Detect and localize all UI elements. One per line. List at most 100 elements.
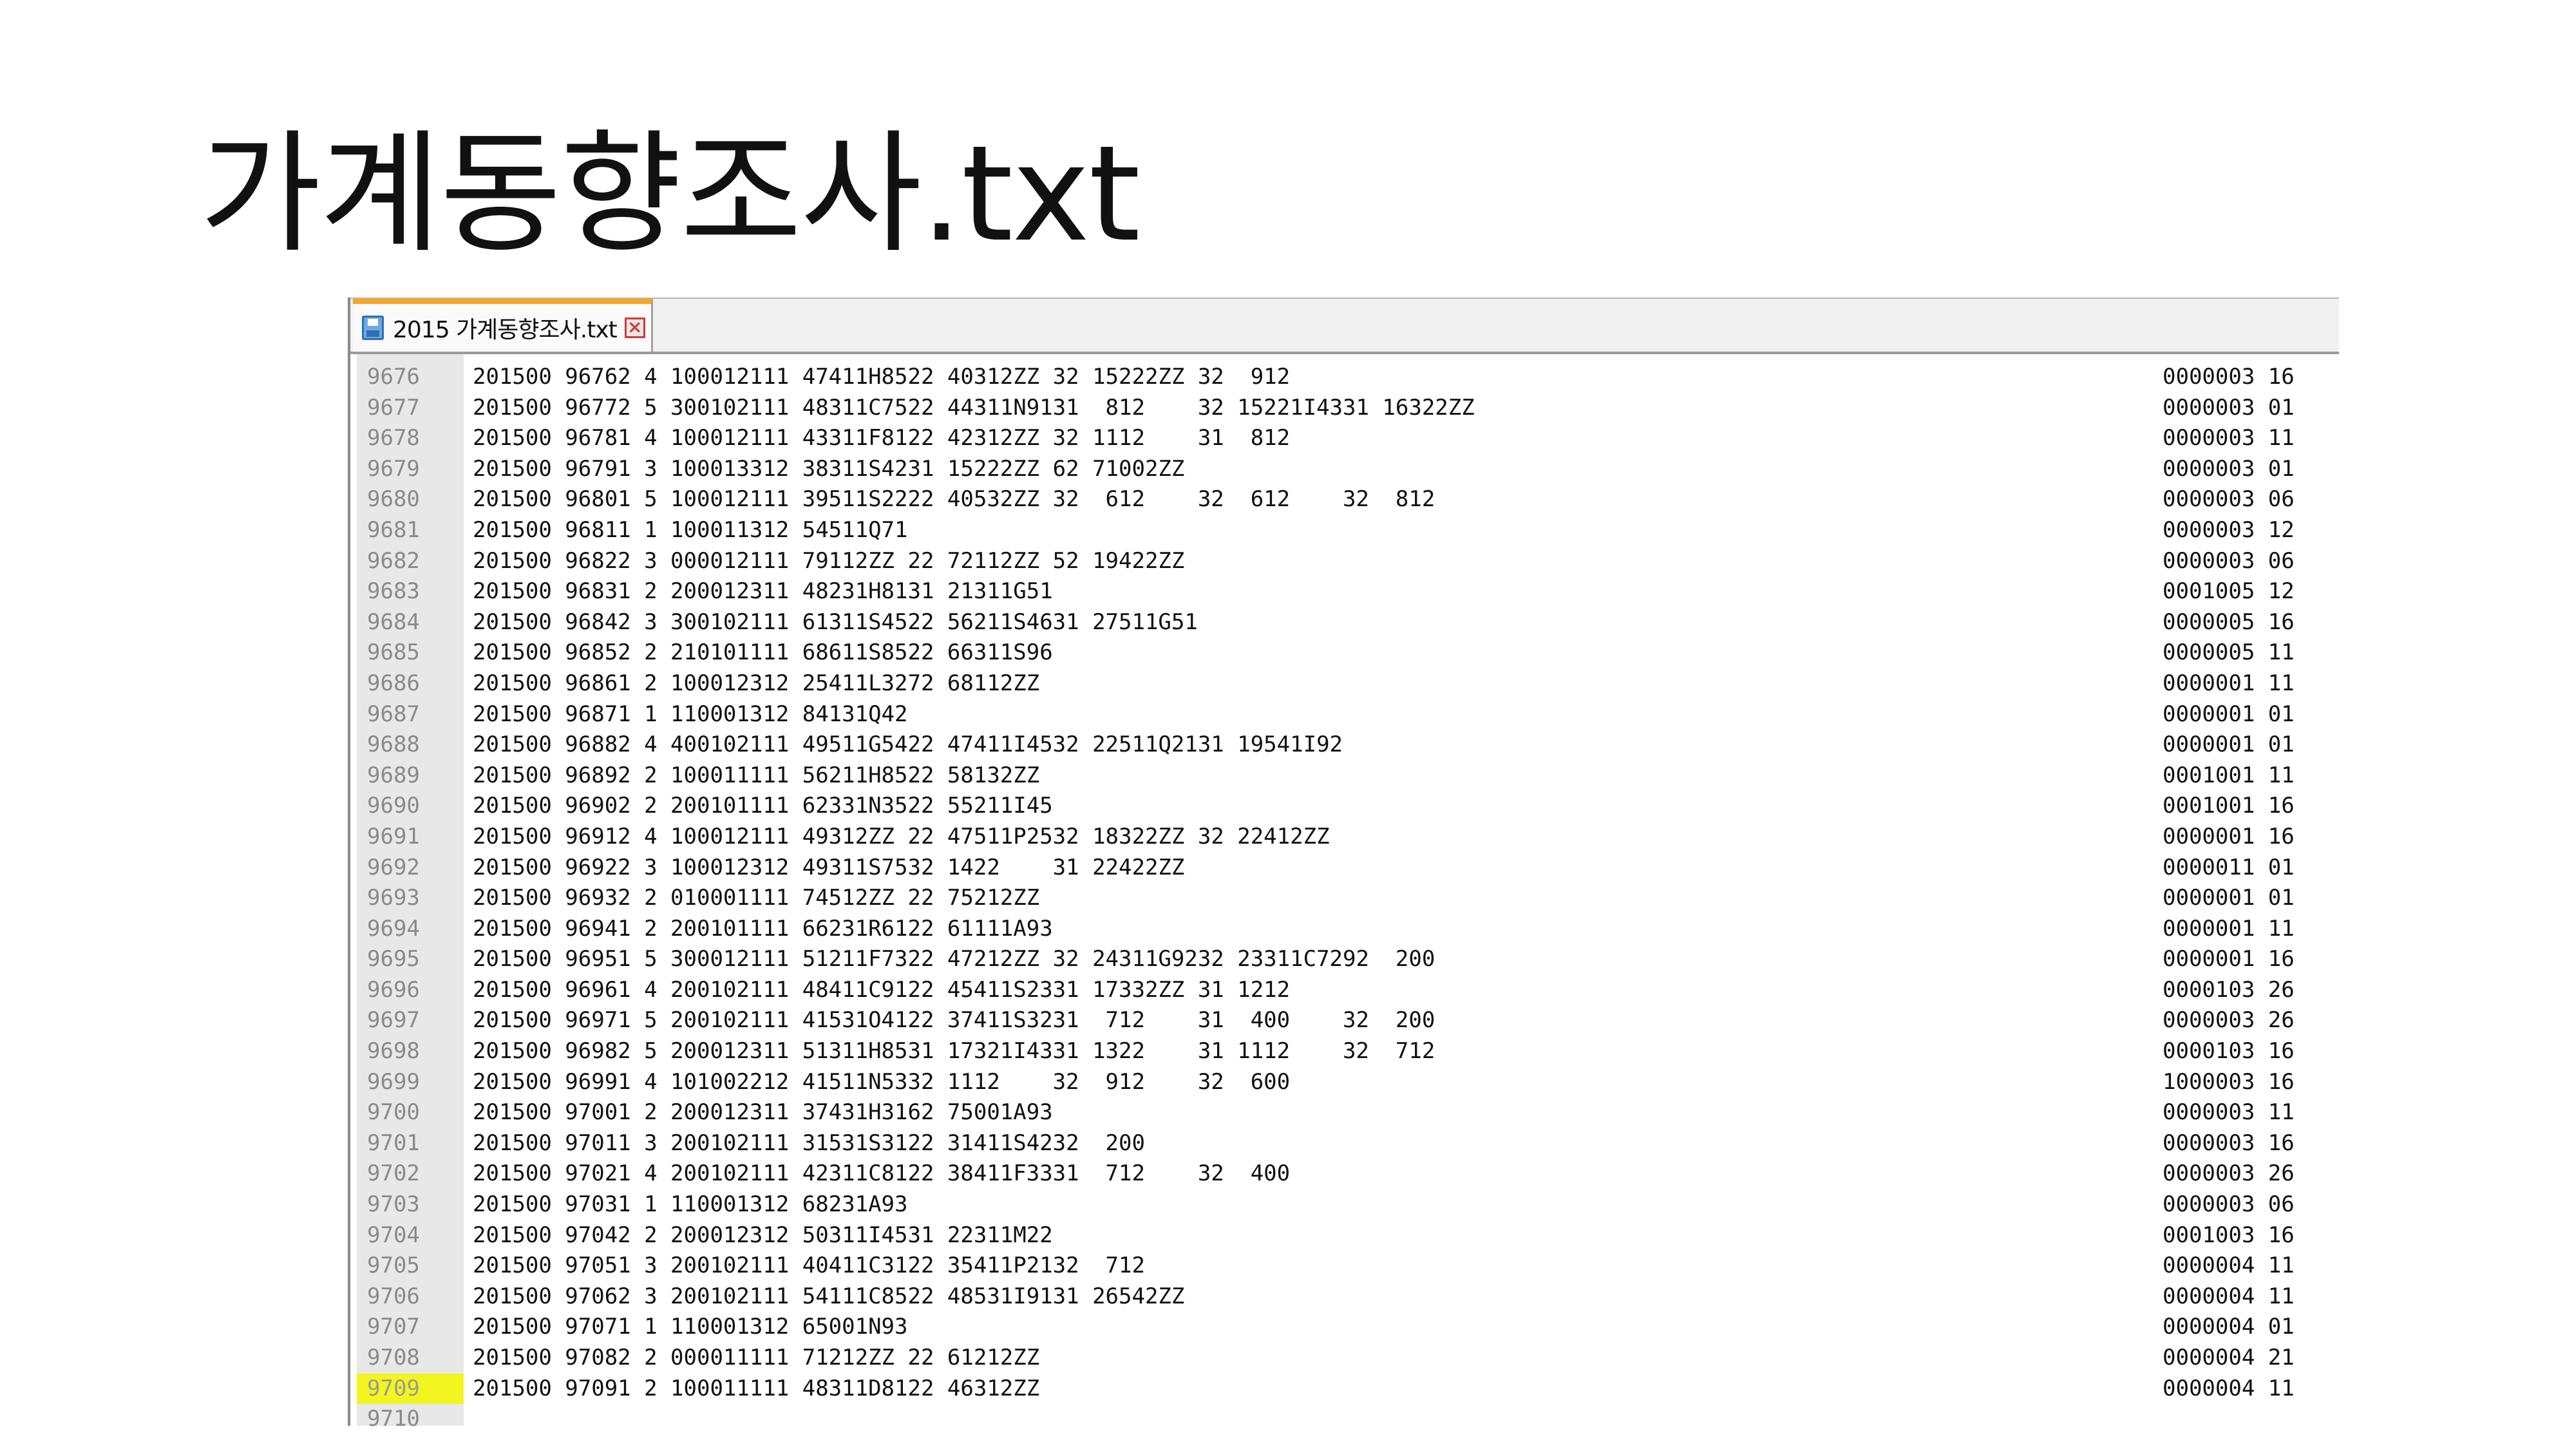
text-line[interactable]: 9706 201500 97062 3 200102111 54111C8522 … <box>357 1282 2339 1312</box>
text-line[interactable]: 9694 201500 96941 2 200101111 66231R6122 … <box>357 914 2339 945</box>
text-line[interactable]: 9698 201500 96982 5 200012311 51311H8531 … <box>357 1036 2339 1067</box>
text-line[interactable]: 9707 201500 97071 1 110001312 65001N93 000… <box>357 1312 2339 1343</box>
line-number: 9707 <box>367 1314 420 1340</box>
line-number: 9704 <box>367 1222 420 1248</box>
line-text: 201500 96932 2 010001111 74512ZZ 22 7521… <box>473 885 1040 911</box>
line-tail-code: 0000005 11 <box>2163 639 2295 666</box>
text-line[interactable]: 9686 201500 96861 2 100012312 25411L3272 … <box>357 668 2339 699</box>
line-text: 201500 97011 3 200102111 31531S3122 3141… <box>473 1130 1145 1156</box>
line-tail-code: 0000003 06 <box>2163 1191 2295 1218</box>
text-line[interactable]: 9689 201500 96892 2 100011111 56211H8522 … <box>357 761 2339 791</box>
line-text: 201500 96982 5 200012311 51311H8531 1732… <box>473 1038 1435 1065</box>
line-number: 9676 <box>367 364 420 390</box>
line-number: 9685 <box>367 639 420 666</box>
text-line[interactable]: 9678 201500 96781 4 100012111 43311F8122 … <box>357 423 2339 454</box>
line-text: 201500 96842 3 300102111 61311S4522 5621… <box>473 609 1198 635</box>
text-line[interactable]: 9685 201500 96852 2 210101111 68611S8522 … <box>357 638 2339 668</box>
line-tail-code: 0000001 01 <box>2163 885 2295 911</box>
text-line[interactable]: 9684 201500 96842 3 300102111 61311S4522 … <box>357 607 2339 638</box>
line-text: 201500 96951 5 300012111 51211F7322 4721… <box>473 946 1435 972</box>
save-icon <box>362 316 384 340</box>
slide-title: 가계동향조사.txt <box>200 118 1141 271</box>
line-tail-code: 0000003 16 <box>2163 364 2295 390</box>
text-line[interactable]: 9705 201500 97051 3 200102111 40411C3122 … <box>357 1251 2339 1282</box>
text-line[interactable]: 9710 <box>357 1404 2339 1435</box>
line-tail-code: 0000001 16 <box>2163 823 2295 849</box>
text-line[interactable]: 9699 201500 96991 4 101002212 41511N5332 … <box>357 1067 2339 1098</box>
line-tail-code: 0000003 06 <box>2163 547 2295 574</box>
code-area[interactable]: 9676 201500 96762 4 100012111 47411H8522 … <box>357 362 2339 1435</box>
line-number: 9696 <box>367 976 420 1003</box>
text-line[interactable]: 9701 201500 97011 3 200102111 31531S3122 … <box>357 1128 2339 1159</box>
text-line[interactable]: 9681 201500 96811 1 100011312 54511Q71 000… <box>357 515 2339 546</box>
tab-label: 2015 가계동향조사.txt <box>393 317 618 343</box>
line-text: 201500 96871 1 110001312 84131Q42 <box>473 701 908 727</box>
line-tail-code: 0000005 16 <box>2163 609 2295 635</box>
line-number: 9682 <box>367 547 420 574</box>
text-line[interactable]: 9693 201500 96932 2 010001111 74512ZZ 22 … <box>357 883 2339 914</box>
line-tail-code: 0000003 12 <box>2163 516 2295 543</box>
tab-file[interactable]: 2015 가계동향조사.txt × <box>353 299 653 352</box>
text-line[interactable]: 9690 201500 96902 2 200101111 62331N3522 … <box>357 791 2339 822</box>
line-text: 201500 96801 5 100012111 39511S2222 4053… <box>473 486 1435 513</box>
line-text: 201500 96991 4 101002212 41511N5332 1112… <box>473 1068 1291 1095</box>
line-tail-code: 0000001 11 <box>2163 670 2295 696</box>
line-tail-code: 0001001 16 <box>2163 793 2295 819</box>
text-line[interactable]: 9682 201500 96822 3 000012111 79112ZZ 22 … <box>357 546 2339 577</box>
line-text: 201500 96791 3 100013312 38311S4231 1522… <box>473 455 1185 482</box>
line-tail-code: 0000001 11 <box>2163 915 2295 942</box>
line-text: 201500 96852 2 210101111 68611S8522 6631… <box>473 639 1053 666</box>
line-number: 9679 <box>367 455 420 482</box>
line-text: 201500 97051 3 200102111 40411C3122 3541… <box>473 1253 1145 1279</box>
line-tail-code: 0000003 26 <box>2163 1160 2295 1187</box>
line-number: 9706 <box>367 1283 420 1309</box>
line-tail-code: 0000003 11 <box>2163 425 2295 451</box>
line-tail-code: 0000003 01 <box>2163 394 2295 421</box>
text-line[interactable]: 9695 201500 96951 5 300012111 51211F7322 … <box>357 944 2339 975</box>
text-line[interactable]: 9708 201500 97082 2 000011111 71212ZZ 22 … <box>357 1343 2339 1374</box>
line-tail-code: 0000004 01 <box>2163 1314 2295 1340</box>
text-line[interactable]: 9700 201500 97001 2 200012311 37431H3162 … <box>357 1097 2339 1128</box>
text-line[interactable]: 9703 201500 97031 1 110001312 68231A93 000… <box>357 1189 2339 1220</box>
text-line[interactable]: 9679 201500 96791 3 100013312 38311S4231 … <box>357 454 2339 485</box>
text-line[interactable]: 9692 201500 96922 3 100012312 49311S7532 … <box>357 853 2339 884</box>
text-line[interactable]: 9691 201500 96912 4 100012111 49312ZZ 22 … <box>357 822 2339 853</box>
line-tail-code: 0000003 11 <box>2163 1099 2295 1126</box>
line-text: 201500 97001 2 200012311 37431H3162 7500… <box>473 1099 1053 1126</box>
text-line[interactable]: 9709 201500 97091 2 100011111 48311D8122 … <box>357 1373 2339 1405</box>
line-text: 201500 97031 1 110001312 68231A93 <box>473 1191 908 1218</box>
line-number: 9689 <box>367 762 420 788</box>
text-line[interactable]: 9688 201500 96882 4 400102111 49511G5422 … <box>357 730 2339 761</box>
line-text: 201500 97042 2 200012312 50311I4531 2231… <box>473 1222 1053 1248</box>
text-line[interactable]: 9702 201500 97021 4 200102111 42311C8122 … <box>357 1159 2339 1189</box>
line-number: 9692 <box>367 854 420 880</box>
line-number: 9703 <box>367 1191 420 1218</box>
line-text: 201500 96912 4 100012111 49312ZZ 22 4751… <box>473 823 1330 849</box>
text-line[interactable]: 9677 201500 96772 5 300102111 48311C7522 … <box>357 393 2339 424</box>
line-number: 9695 <box>367 946 420 972</box>
line-tail-code: 0000103 16 <box>2163 1038 2295 1065</box>
text-line[interactable]: 9683 201500 96831 2 200012311 48231H8131 … <box>357 576 2339 607</box>
text-line[interactable]: 9687 201500 96871 1 110001312 84131Q42 000… <box>357 699 2339 730</box>
text-line[interactable]: 9696 201500 96961 4 200102111 48411C9122 … <box>357 975 2339 1006</box>
line-tail-code: 0001001 11 <box>2163 762 2295 788</box>
line-tail-code: 0000003 01 <box>2163 455 2295 482</box>
line-tail-code: 0000004 11 <box>2163 1253 2295 1279</box>
text-line[interactable]: 9676 201500 96762 4 100012111 47411H8522 … <box>357 362 2339 393</box>
text-line[interactable]: 9680 201500 96801 5 100012111 39511S2222 … <box>357 484 2339 515</box>
line-tail-code: 0001003 16 <box>2163 1222 2295 1248</box>
line-number: 9687 <box>367 701 420 727</box>
text-line[interactable]: 9704 201500 97042 2 200012312 50311I4531 … <box>357 1220 2339 1251</box>
text-line[interactable]: 9697 201500 96971 5 200102111 41531O4122 … <box>357 1005 2339 1036</box>
line-text: 201500 97021 4 200102111 42311C8122 3841… <box>473 1160 1291 1187</box>
line-number: 9684 <box>367 609 420 635</box>
line-number: 9697 <box>367 1007 420 1034</box>
line-text: 201500 96762 4 100012111 47411H8522 4031… <box>473 364 1291 390</box>
line-text: 201500 96922 3 100012312 49311S7532 1422… <box>473 854 1185 880</box>
editor-body[interactable]: 9676 201500 96762 4 100012111 47411H8522 … <box>350 354 2339 1432</box>
line-number: 9677 <box>367 394 420 421</box>
close-icon[interactable]: × <box>624 317 645 338</box>
line-tail-code: 0000001 01 <box>2163 732 2295 758</box>
line-number: 9698 <box>367 1038 420 1065</box>
line-text: 201500 96892 2 100011111 56211H8522 5813… <box>473 762 1040 788</box>
